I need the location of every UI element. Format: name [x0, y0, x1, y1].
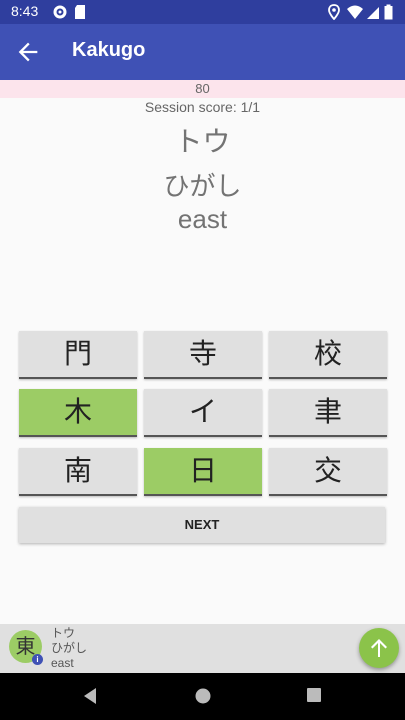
info-meaning: east [51, 656, 74, 670]
app-toolbar: Kakugo [0, 24, 405, 80]
answer-button[interactable]: 聿 [269, 389, 387, 437]
status-bar: 8:43 [0, 0, 405, 24]
info-icon: i [32, 654, 43, 665]
location-icon [328, 4, 340, 20]
question-meaning: east [177, 204, 228, 234]
scroll-up-fab[interactable] [359, 628, 399, 668]
answer-button[interactable]: 交 [269, 448, 387, 496]
answer-button[interactable]: 木 [19, 389, 137, 437]
answer-button[interactable]: 寺 [144, 331, 262, 379]
answer-button[interactable]: イ [144, 389, 262, 437]
wifi-icon [347, 5, 363, 19]
system-navigation-bar [0, 673, 405, 720]
question-kana: トウ [174, 125, 231, 158]
arrow-back-icon[interactable] [14, 38, 42, 66]
next-button[interactable]: NEXT [19, 507, 385, 543]
info-kana: トウ [51, 626, 76, 640]
battery-icon [384, 4, 393, 20]
answer-button[interactable]: 校 [269, 331, 387, 379]
session-score: Session score: 1/1 [144, 99, 261, 115]
answer-button[interactable]: 門 [19, 331, 137, 379]
signal-icon [367, 7, 379, 19]
app-title: Kakugo [72, 39, 146, 61]
sd-card-icon [75, 5, 85, 19]
back-triangle-icon[interactable] [82, 687, 98, 705]
home-circle-icon[interactable] [194, 687, 212, 705]
answer-button[interactable]: 南 [19, 448, 137, 496]
kanji-info-text: トウ ひがし east [51, 626, 87, 671]
arrow-up-icon [371, 639, 387, 657]
recents-square-icon[interactable] [306, 687, 322, 703]
status-time: 8:43 [11, 3, 39, 19]
gear-icon [53, 5, 67, 19]
info-reading: ひがし [51, 641, 88, 655]
progress-indicator: 80 [0, 80, 405, 98]
kanji-info-bar[interactable]: 東 i トウ ひがし east [0, 624, 405, 673]
answer-button[interactable]: 日 [144, 448, 262, 496]
question-reading: ひがし [163, 172, 242, 202]
